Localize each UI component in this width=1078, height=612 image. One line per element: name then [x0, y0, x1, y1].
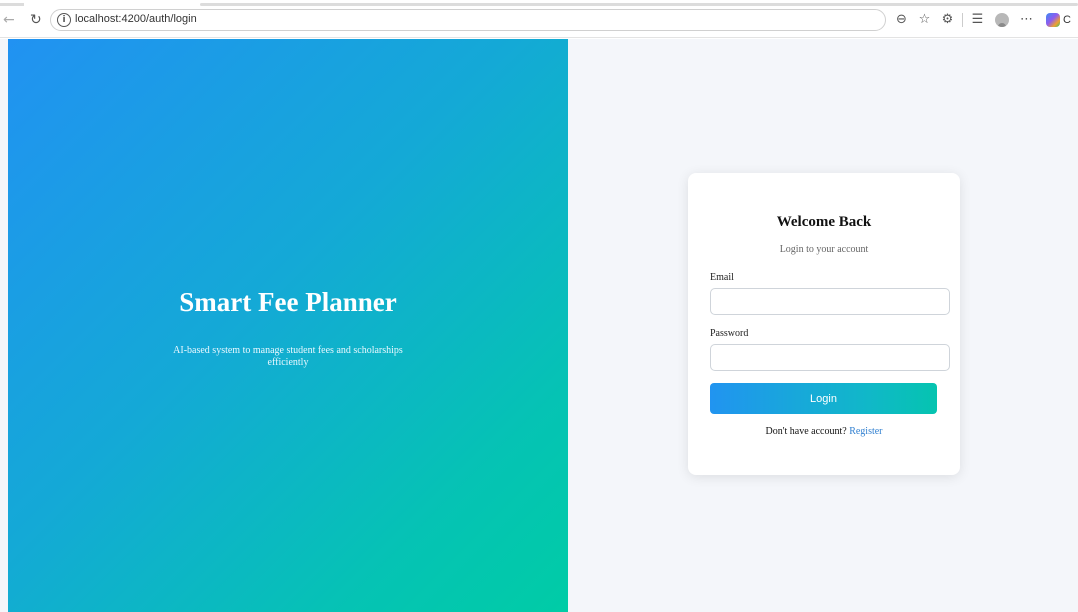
email-field[interactable]: [710, 288, 950, 315]
register-link[interactable]: Register: [849, 426, 882, 437]
app-title: Smart Fee Planner: [179, 287, 397, 317]
extensions-icon[interactable]: ⚙: [936, 9, 959, 31]
back-arrow-icon[interactable]: ←: [3, 12, 15, 28]
copilot-label[interactable]: C: [1063, 14, 1071, 26]
browser-toolbar-icons: ⊖ ☆ ⚙ ☰ ⋯ C: [890, 9, 1071, 31]
register-prompt: Don't have account?: [765, 426, 847, 437]
email-label: Email: [710, 272, 734, 283]
more-options-icon[interactable]: ⋯: [1015, 9, 1038, 31]
password-label: Password: [710, 328, 749, 339]
login-title: Welcome Back: [776, 214, 872, 230]
browser-toolbar: ← ↻ i localhost:4200/auth/login ⊖ ☆ ⚙ ☰ …: [0, 0, 1078, 38]
favorites-list-icon[interactable]: ☰: [966, 9, 989, 31]
hero-panel: Smart Fee Planner AI-based system to man…: [8, 39, 568, 612]
login-subtitle: Login to your account: [779, 244, 869, 255]
favorite-star-icon[interactable]: ☆: [913, 9, 936, 31]
register-prompt-line: Don't have account? Register: [688, 426, 960, 437]
tab-strip-indicator: [200, 3, 1078, 6]
zoom-out-icon[interactable]: ⊖: [890, 9, 913, 31]
url-text[interactable]: localhost:4200/auth/login: [75, 13, 197, 25]
copilot-icon[interactable]: [1046, 13, 1060, 27]
site-info-icon[interactable]: i: [57, 13, 71, 27]
profile-avatar-icon[interactable]: [995, 13, 1009, 27]
login-button[interactable]: Login: [710, 383, 937, 414]
login-page: Smart Fee Planner AI-based system to man…: [0, 39, 1078, 612]
reload-icon[interactable]: ↻: [30, 12, 42, 28]
app-tagline: AI-based system to manage student fees a…: [173, 345, 403, 368]
tab-strip: [0, 3, 24, 6]
toolbar-divider: [962, 13, 963, 27]
password-field[interactable]: [710, 344, 950, 371]
login-card: Welcome Back Login to your account Email…: [688, 173, 960, 475]
address-bar[interactable]: i localhost:4200/auth/login: [50, 9, 886, 31]
